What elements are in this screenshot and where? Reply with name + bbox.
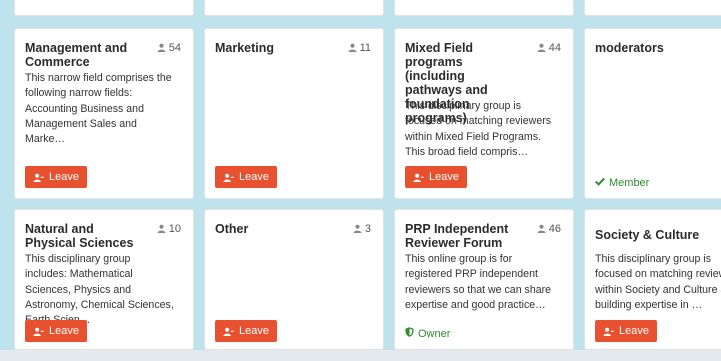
member-count-value: 54 — [168, 42, 181, 54]
group-title[interactable]: Society & Culture — [595, 228, 721, 242]
member-count: 54 — [157, 41, 181, 56]
user-remove-icon — [33, 327, 44, 336]
group-title[interactable]: moderators — [595, 41, 713, 55]
leave-button[interactable]: Leave — [25, 320, 87, 342]
leave-label: Leave — [239, 325, 269, 337]
member-count: 11 — [348, 41, 371, 56]
leave-label: Leave — [49, 325, 79, 337]
card-stub — [394, 0, 574, 16]
member-count: 3 — [353, 222, 371, 237]
group-card-moderators[interactable]: moderators Member — [584, 28, 721, 199]
group-card-natural-and-physical-sciences[interactable]: Natural and Physical Sciences 10 This di… — [14, 209, 194, 350]
user-icon — [353, 223, 362, 237]
user-remove-icon — [223, 173, 234, 182]
owner-status: Owner — [405, 327, 450, 341]
group-description: This online group is for registered PRP … — [405, 253, 552, 311]
group-card-marketing[interactable]: Marketing 11 Leave — [204, 28, 384, 199]
leave-button[interactable]: Leave — [215, 166, 277, 188]
leave-label: Leave — [619, 325, 649, 337]
leave-label: Leave — [49, 171, 79, 183]
owner-label: Owner — [418, 328, 451, 340]
leave-button[interactable]: Leave — [405, 166, 467, 188]
check-icon — [595, 176, 605, 190]
group-title[interactable]: Marketing — [215, 41, 333, 55]
card-stub — [14, 0, 194, 16]
member-count-value: 44 — [548, 42, 561, 54]
group-card-management-and-commerce[interactable]: Management and Commerce 54 This narrow f… — [14, 28, 194, 199]
user-remove-icon — [33, 173, 44, 182]
group-title[interactable]: Management and Commerce — [25, 41, 143, 69]
group-title[interactable]: PRP Independent Reviewer Forum — [405, 222, 523, 250]
member-count: 44 — [537, 41, 561, 56]
member-count-value: 46 — [548, 223, 561, 235]
group-description: This disciplinary group includes: Mathem… — [25, 253, 174, 326]
user-remove-icon — [413, 173, 424, 182]
group-description: This narrow field comprises the followin… — [25, 72, 172, 146]
member-count-value: 11 — [359, 42, 371, 54]
user-icon — [537, 42, 546, 56]
user-icon — [157, 42, 166, 56]
group-title[interactable]: Natural and Physical Sciences — [25, 222, 143, 250]
member-label: Member — [609, 177, 650, 189]
group-description: This disciplinary group is focused on ma… — [405, 100, 552, 158]
user-icon — [348, 42, 357, 56]
card-stub — [584, 0, 721, 16]
member-count-value: 3 — [364, 223, 371, 235]
user-remove-icon — [603, 327, 614, 336]
member-count: 10 — [157, 222, 181, 237]
page-footer-strip — [0, 350, 721, 361]
user-icon — [537, 223, 546, 237]
group-description: This disciplinary group is focused on ma… — [595, 253, 721, 311]
leave-label: Leave — [239, 171, 269, 183]
member-count-value: 10 — [168, 223, 181, 235]
group-card-other[interactable]: Other 3 Leave — [204, 209, 384, 350]
leave-label: Leave — [429, 171, 459, 183]
user-icon — [157, 223, 166, 237]
leave-button[interactable]: Leave — [25, 166, 87, 188]
member-count: 46 — [537, 222, 561, 237]
leave-button[interactable]: Leave — [215, 320, 277, 342]
group-card-prp-independent-reviewer-forum[interactable]: PRP Independent Reviewer Forum 46 This o… — [394, 209, 574, 350]
member-status: Member — [595, 176, 649, 190]
group-card-mixed-field-programs[interactable]: Mixed Field programs (including pathways… — [394, 28, 574, 199]
group-card-society-and-culture[interactable]: Society & Culture This disciplinary grou… — [584, 209, 721, 350]
user-remove-icon — [223, 327, 234, 336]
leave-button[interactable]: Leave — [595, 320, 657, 342]
card-stub — [204, 0, 384, 16]
shield-icon — [405, 327, 414, 341]
group-title[interactable]: Other — [215, 222, 333, 236]
